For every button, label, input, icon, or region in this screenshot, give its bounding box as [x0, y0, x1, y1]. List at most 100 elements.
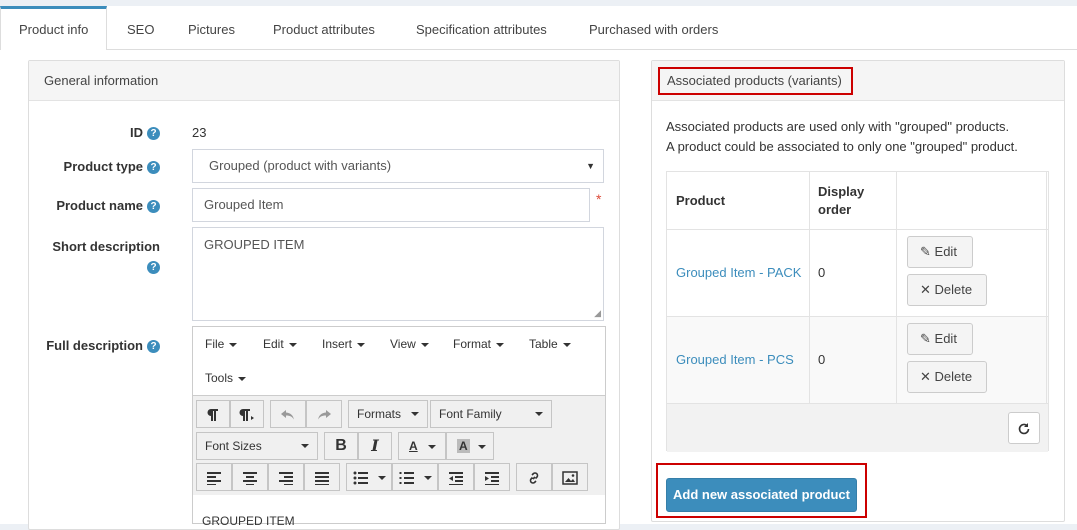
product-name-input[interactable]: Grouped Item: [192, 188, 590, 222]
undo-button[interactable]: [270, 400, 306, 428]
tab-seo[interactable]: SEO: [109, 6, 172, 50]
italic-icon: I: [371, 436, 379, 455]
close-icon: ✕: [920, 369, 931, 384]
product-type-label-row: Product type?: [40, 159, 160, 175]
caret-down-icon: [427, 444, 436, 449]
help-icon[interactable]: ?: [147, 200, 160, 214]
font-family-dropdown[interactable]: Font Family: [430, 400, 552, 428]
numbered-list-button[interactable]: [392, 463, 438, 491]
italic-button[interactable]: I: [358, 432, 392, 460]
help-icon[interactable]: ?: [147, 161, 160, 175]
menu-insert[interactable]: Insert: [322, 337, 366, 351]
product-name-label-row: Product name?: [40, 198, 160, 214]
align-center-icon: [243, 471, 257, 486]
caret-down-icon: [238, 376, 247, 381]
indent-icon: [485, 471, 499, 486]
indent-button[interactable]: [474, 463, 510, 491]
resize-handle-icon[interactable]: ◢: [594, 308, 601, 319]
id-label-row: ID?: [40, 125, 160, 141]
editor-menubar: File Edit Insert View Format Table Tools: [193, 327, 605, 395]
font-sizes-dropdown[interactable]: Font Sizes: [196, 432, 318, 460]
outdent-button[interactable]: [438, 463, 474, 491]
column-divider: [1046, 172, 1047, 403]
edit-label: Edit: [934, 244, 957, 259]
background-color-button[interactable]: A: [446, 432, 494, 460]
edit-button[interactable]: ✎ Edit: [907, 236, 973, 268]
link-icon: [529, 472, 539, 484]
text-color-icon: A: [409, 439, 418, 453]
font-sizes-label: Font Sizes: [205, 439, 262, 453]
product-type-select[interactable]: Grouped (product with variants) ▼: [192, 149, 604, 183]
column-header-product[interactable]: Product: [676, 192, 725, 210]
required-marker: *: [596, 191, 602, 207]
highlight-box-add-button: [656, 463, 867, 518]
product-name-value: Grouped Item: [204, 197, 284, 212]
formats-dropdown[interactable]: Formats: [348, 400, 428, 428]
menu-file[interactable]: File: [205, 337, 238, 351]
menu-format[interactable]: Format: [453, 337, 505, 351]
menu-edit[interactable]: Edit: [263, 337, 297, 351]
edit-button[interactable]: ✎ Edit: [907, 323, 973, 355]
highlight-box-title: [658, 67, 853, 95]
editor-toolbar: Formats Font Family Font Sizes B I A A: [193, 395, 605, 495]
column-header-display-order-line1: Display: [818, 184, 865, 199]
pencil-icon: ✎: [920, 244, 931, 259]
bold-icon: B: [335, 437, 347, 454]
product-link[interactable]: Grouped Item - PCS: [676, 352, 794, 367]
align-justify-button[interactable]: [304, 463, 340, 491]
product-link[interactable]: Grouped Item - PACK: [676, 265, 801, 280]
caret-down-icon: [420, 342, 429, 347]
align-right-icon: [279, 471, 293, 486]
paragraph-ltr-button[interactable]: [196, 400, 230, 428]
refresh-button[interactable]: [1008, 412, 1040, 444]
edit-label: Edit: [934, 331, 957, 346]
align-right-button[interactable]: [268, 463, 304, 491]
caret-down-icon: [229, 342, 238, 347]
align-center-button[interactable]: [232, 463, 268, 491]
caret-down-icon: [301, 444, 309, 448]
dropdown-arrow-icon: ▼: [586, 161, 595, 171]
menu-tools[interactable]: Tools: [205, 371, 247, 385]
help-icon[interactable]: ?: [147, 261, 160, 275]
short-description-textarea[interactable]: GROUPED ITEM ◢: [192, 227, 604, 321]
tab-specification-attributes[interactable]: Specification attributes: [398, 6, 565, 50]
insert-image-button[interactable]: [552, 463, 588, 491]
rich-text-editor: File Edit Insert View Format Table Tools…: [192, 326, 606, 528]
column-divider: [896, 172, 897, 403]
bullet-list-button[interactable]: [346, 463, 392, 491]
align-left-button[interactable]: [196, 463, 232, 491]
numbered-list-icon: [399, 471, 414, 484]
undo-icon: [281, 409, 294, 420]
delete-button[interactable]: ✕ Delete: [907, 361, 987, 393]
insert-link-button[interactable]: [516, 463, 552, 491]
column-header-display-order[interactable]: Display order: [818, 183, 864, 219]
delete-button[interactable]: ✕ Delete: [907, 274, 987, 306]
tab-product-attributes[interactable]: Product attributes: [255, 6, 393, 50]
editor-content[interactable]: GROUPED ITEM: [202, 514, 295, 528]
full-description-label-row: Full description?: [40, 336, 160, 356]
description-line: Associated products are used only with "…: [666, 119, 1010, 134]
align-left-icon: [207, 471, 221, 486]
help-icon[interactable]: ?: [147, 340, 160, 354]
tab-purchased-with-orders[interactable]: Purchased with orders: [571, 6, 736, 50]
product-name-label: Product name: [56, 198, 143, 213]
delete-label: Delete: [934, 369, 973, 384]
text-color-button[interactable]: A: [398, 432, 446, 460]
menu-table[interactable]: Table: [529, 337, 571, 351]
id-label: ID: [130, 125, 143, 140]
delete-label: Delete: [934, 282, 973, 297]
menu-view[interactable]: View: [390, 337, 429, 351]
image-icon: [562, 471, 578, 485]
bold-button[interactable]: B: [324, 432, 358, 460]
redo-button[interactable]: [306, 400, 342, 428]
help-icon[interactable]: ?: [147, 127, 160, 141]
display-order-value: 0: [818, 265, 826, 280]
paragraph-rtl-button[interactable]: [230, 400, 264, 428]
tab-pictures[interactable]: Pictures: [170, 6, 253, 50]
short-description-value: GROUPED ITEM: [204, 237, 305, 252]
close-icon: ✕: [920, 282, 931, 297]
caret-down-icon: [357, 342, 366, 347]
short-description-label: Short description: [52, 239, 160, 254]
tab-product-info[interactable]: Product info: [0, 6, 108, 51]
paragraph-ltr-icon: [207, 408, 218, 421]
